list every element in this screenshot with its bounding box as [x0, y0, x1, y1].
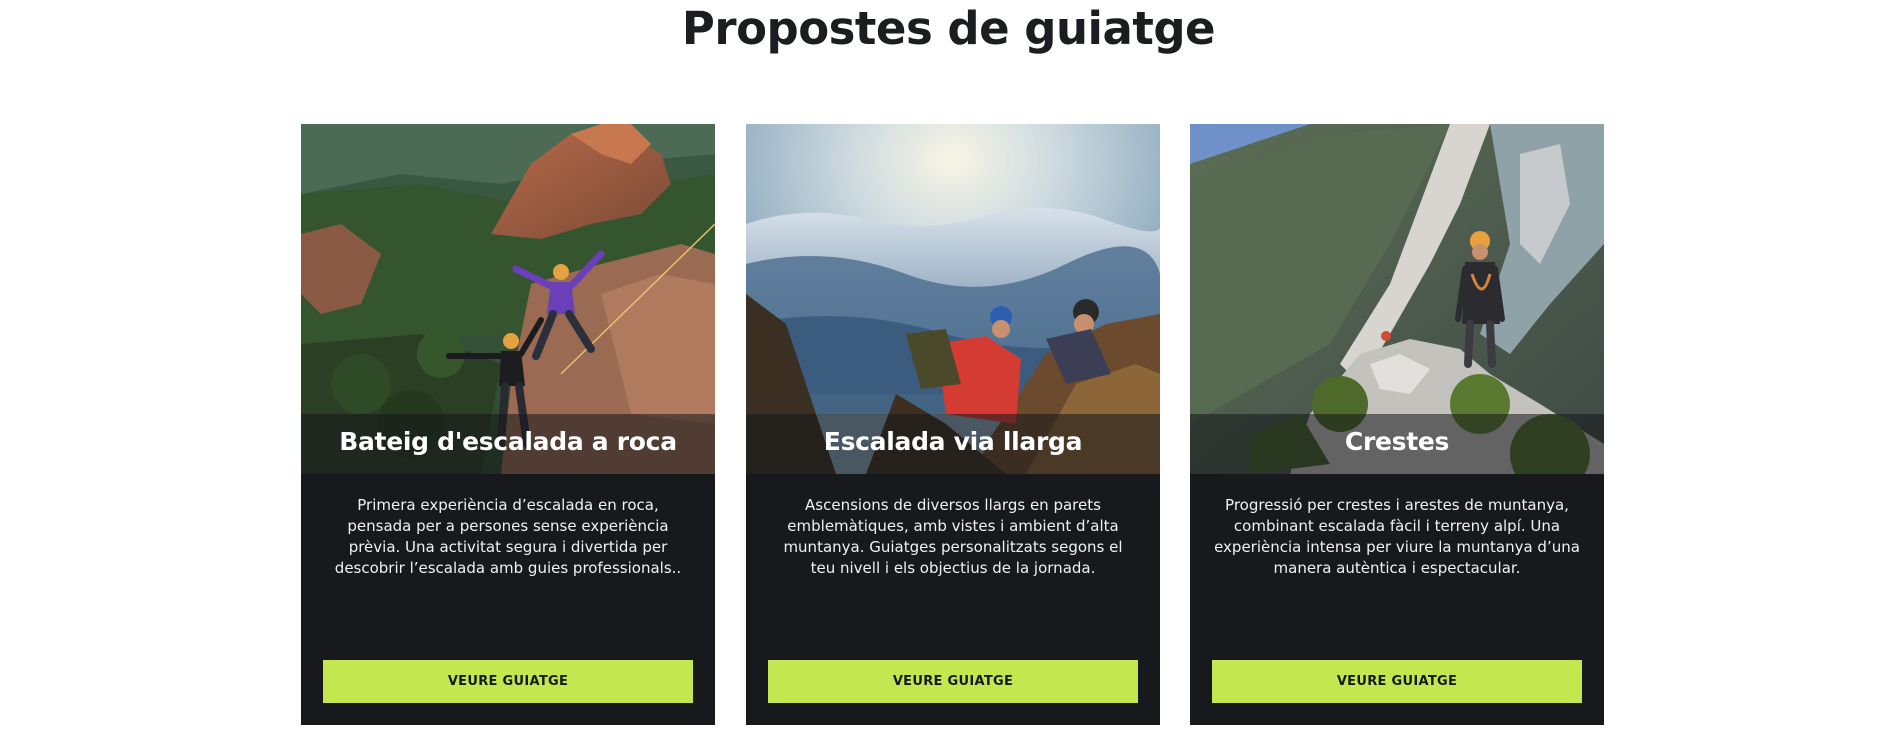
- card-description: Progressió per crestes i arestes de munt…: [1214, 496, 1580, 577]
- view-guide-button[interactable]: VEURE GUIATGE: [323, 660, 693, 703]
- card-description: Primera experiència d’escalada en roca, …: [334, 496, 682, 577]
- view-guide-button[interactable]: VEURE GUIATGE: [768, 660, 1138, 703]
- view-guide-button[interactable]: VEURE GUIATGE: [1212, 660, 1582, 703]
- guide-cards-grid: Bateig d'escalada a roca Primera experiè…: [301, 124, 1604, 725]
- guide-card-multipitch: Escalada via llarga Ascensions de divers…: [746, 124, 1160, 725]
- guide-card-rock-baptism: Bateig d'escalada a roca Primera experiè…: [301, 124, 715, 725]
- card-title: Bateig d'escalada a roca: [339, 427, 677, 456]
- card-title: Escalada via llarga: [823, 427, 1083, 456]
- card-description: Ascensions de diversos llargs en parets …: [783, 496, 1123, 577]
- card-title: Crestes: [1344, 427, 1450, 456]
- page-title: Propostes de guiatge: [681, 2, 1216, 55]
- guide-card-ridges: Crestes Progressió per crestes i arestes…: [1190, 124, 1604, 725]
